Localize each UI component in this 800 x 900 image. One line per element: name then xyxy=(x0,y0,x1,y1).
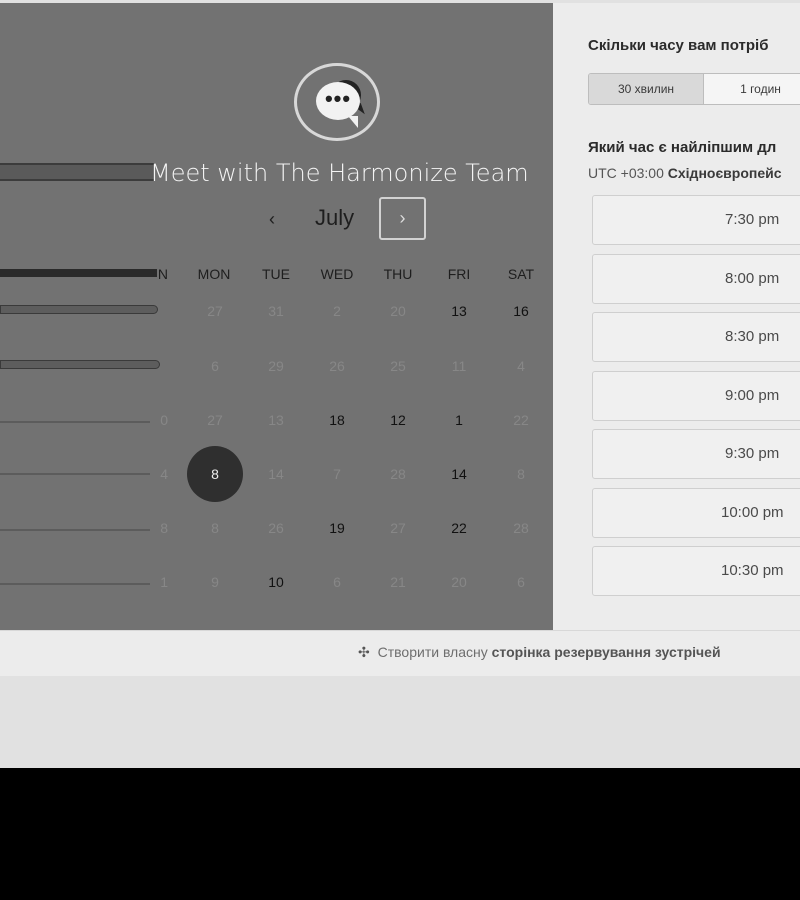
weekday-label: FRI xyxy=(447,266,471,282)
calendar-day: 28 xyxy=(513,520,529,536)
calendar-day[interactable]: 19 xyxy=(309,500,365,556)
calendar-day: 9 xyxy=(211,574,219,590)
calendar-day[interactable]: 13 xyxy=(431,283,487,339)
duration-60-button[interactable]: 1 годин xyxy=(704,74,800,104)
prev-month-button[interactable]: ‹ xyxy=(258,205,286,233)
left-line-artifact xyxy=(0,583,150,585)
weekday-label: SAT xyxy=(507,266,535,282)
calendar-day[interactable]: 16 xyxy=(493,283,549,339)
title-strip-artifact xyxy=(0,163,155,181)
calendar-day: 7 xyxy=(333,466,341,482)
calendar-day: 2 xyxy=(333,303,341,319)
calendar-day: 20 xyxy=(451,574,467,590)
calendar-day: 26 xyxy=(329,358,345,374)
calendar-day: 21 xyxy=(390,574,406,590)
weekday-label: TUE xyxy=(262,266,290,282)
calendar-day: 20 xyxy=(390,303,406,319)
calendar-day: 26 xyxy=(268,520,284,536)
calendar-day: 11 xyxy=(451,358,467,374)
left-line-artifact xyxy=(0,421,150,423)
left-bar-artifact xyxy=(0,360,160,369)
ellipsis-icon: ••• xyxy=(324,86,352,111)
time-slot-button[interactable]: 8:00 pm xyxy=(592,254,800,304)
calendar-day: 6 xyxy=(211,358,219,374)
time-slot-button[interactable]: 8:30 pm xyxy=(592,312,800,362)
calendar-day: 8 xyxy=(517,466,525,482)
black-band xyxy=(0,768,800,900)
time-heading: Який час є найліпшим дл xyxy=(588,139,777,156)
calendar-day[interactable]: 22 xyxy=(431,500,487,556)
time-slot-button[interactable]: 9:00 pm xyxy=(592,371,800,421)
calendar-day-selected[interactable]: 8 xyxy=(187,446,243,502)
footer-text-bold: сторінка резервування зустрічей xyxy=(491,644,721,660)
timezone-offset: UTC +03:00 xyxy=(588,165,664,181)
duration-heading: Скільки часу вам потріб xyxy=(588,37,769,54)
weekday-label: THU xyxy=(383,266,413,282)
time-slot-button[interactable]: 7:30 pm xyxy=(592,195,800,245)
calendar-day[interactable]: 1 xyxy=(431,392,487,448)
meeting-title: Meet with The Harmonize Team xyxy=(150,159,529,187)
calendar-day: 1 xyxy=(160,574,168,590)
weekday-label: N xyxy=(157,266,168,282)
calendar-day[interactable]: 18 xyxy=(309,392,365,448)
calendar-day: 25 xyxy=(390,358,406,374)
calendar-day: 6 xyxy=(333,574,341,590)
calendar-day: 0 xyxy=(160,412,168,428)
calendar-day: 28 xyxy=(390,466,406,482)
calendar-day: 4 xyxy=(517,358,525,374)
calendar-day: 31 xyxy=(268,303,284,319)
time-slot-button[interactable]: 10:00 pm xyxy=(592,488,800,538)
calendar-day[interactable]: 14 xyxy=(431,446,487,502)
calendar-day: 29 xyxy=(268,358,284,374)
calendar-day: 13 xyxy=(268,412,284,428)
duration-selector: 30 хвилин 1 годин xyxy=(588,73,800,105)
footer-text-plain: Створити власну xyxy=(377,644,488,660)
duration-30-button[interactable]: 30 хвилин xyxy=(589,74,704,104)
month-label: July xyxy=(315,205,355,230)
timezone-name: Східноєвропейс xyxy=(667,165,782,181)
calendar-day: 4 xyxy=(160,466,168,482)
calendar-day[interactable]: 10 xyxy=(248,554,304,610)
hubspot-sprocket-icon: ✣ xyxy=(358,644,370,660)
calendar-day: 27 xyxy=(390,520,406,536)
calendar-day: 8 xyxy=(211,520,219,536)
calendar-day: 27 xyxy=(207,412,223,428)
calendar-day: 14 xyxy=(268,466,284,482)
team-logo: ••• xyxy=(294,63,380,141)
calendar-panel: ••• Meet with The Harmonize Team ‹ July … xyxy=(0,3,553,630)
calendar-day: 22 xyxy=(513,412,529,428)
weekday-label: MON xyxy=(197,266,231,282)
weekday-label: WED xyxy=(320,266,354,282)
time-slot-button[interactable]: 9:30 pm xyxy=(592,429,800,479)
create-page-link[interactable]: ✣ Створити власну сторінка резервування … xyxy=(358,644,721,661)
left-line-artifact xyxy=(0,529,150,531)
calendar-day: 27 xyxy=(207,303,223,319)
next-month-button[interactable]: › xyxy=(379,197,426,240)
booking-panel: Скільки часу вам потріб 30 хвилин 1 годи… xyxy=(553,3,800,630)
left-bar-artifact xyxy=(0,305,158,314)
time-slot-button[interactable]: 10:30 pm xyxy=(592,546,800,596)
timezone-selector[interactable]: UTC +03:00 Східноєвропейс xyxy=(588,165,782,181)
calendar-day[interactable]: 12 xyxy=(370,392,426,448)
left-line-artifact xyxy=(0,473,150,475)
calendar-day: 6 xyxy=(517,574,525,590)
calendar-day: 8 xyxy=(160,520,168,536)
screen: ••• Meet with The Harmonize Team ‹ July … xyxy=(0,0,800,900)
